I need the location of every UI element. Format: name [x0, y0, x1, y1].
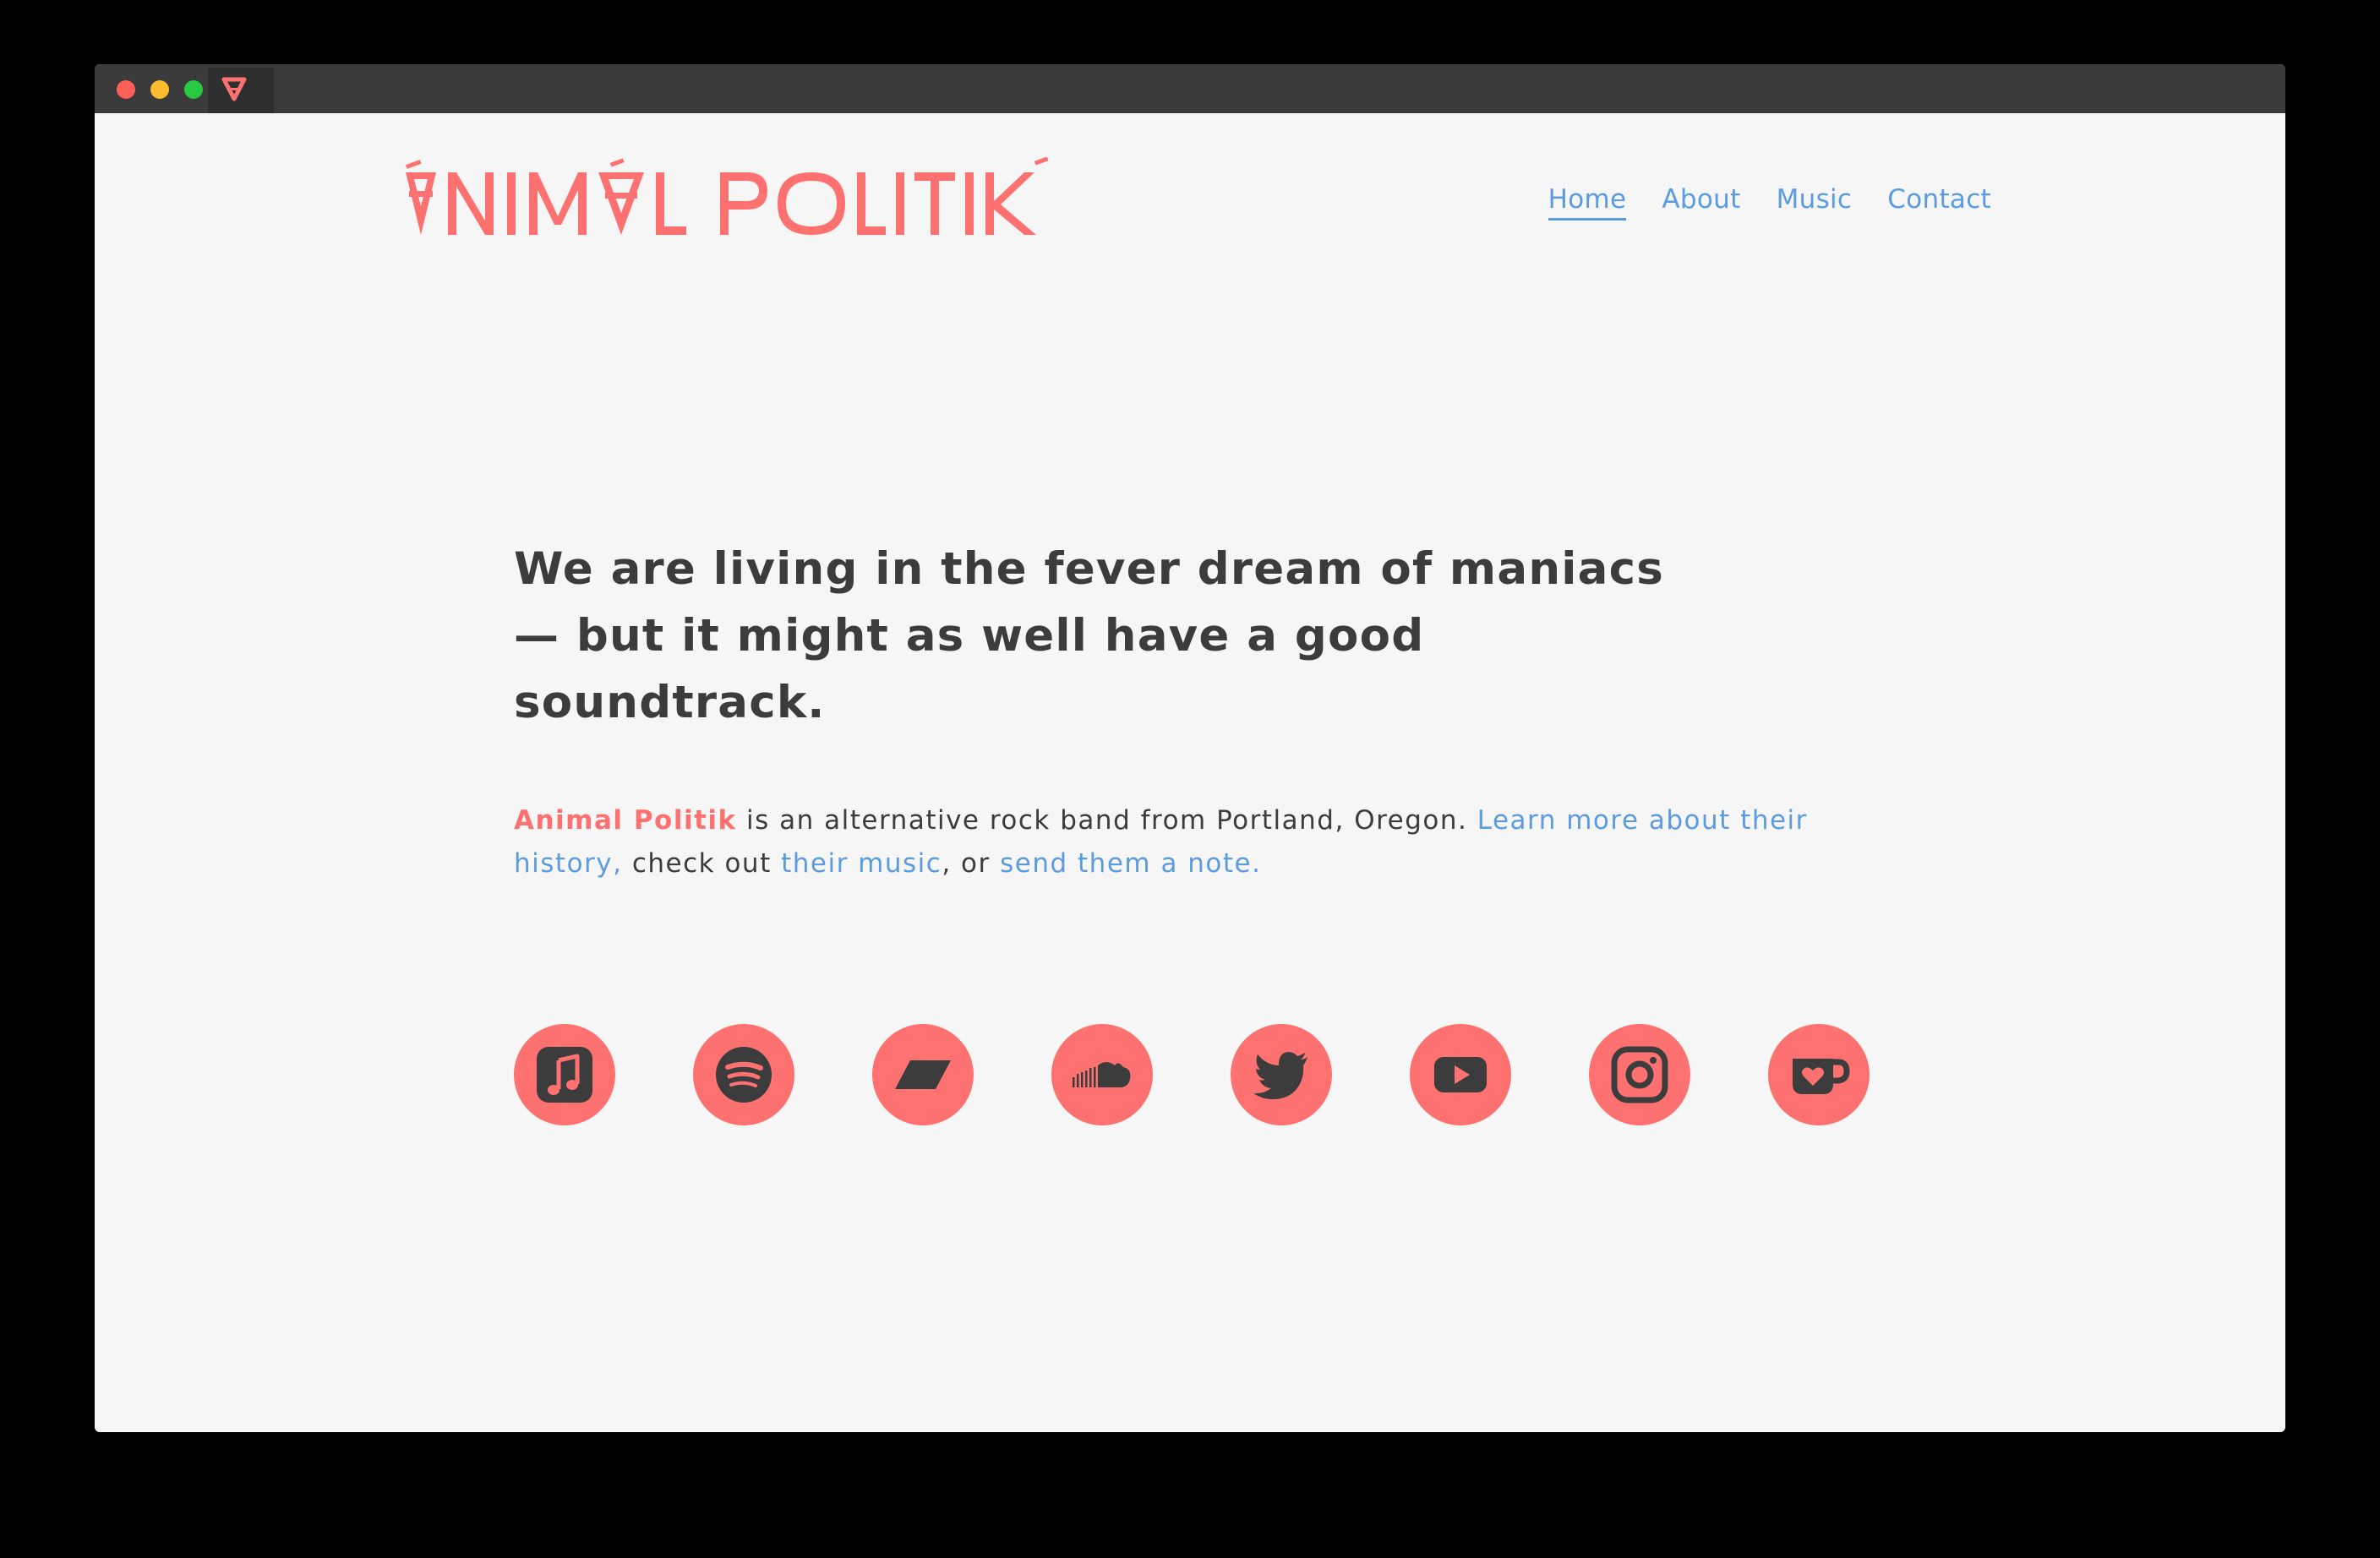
music-link[interactable]: their music [781, 848, 942, 879]
nav-about-link[interactable]: About [1662, 184, 1740, 221]
intro-text-2: check out [622, 848, 782, 879]
site-logo[interactable] [399, 157, 1062, 250]
kofi-button[interactable] [1768, 1024, 1870, 1125]
apple-music-icon [537, 1047, 592, 1103]
intro-paragraph: Animal Politik is an alternative rock ba… [514, 799, 1917, 885]
nav-music-link[interactable]: Music [1777, 184, 1853, 221]
twitter-icon [1253, 1052, 1307, 1100]
bandcamp-icon [895, 1060, 951, 1089]
bandcamp-button[interactable] [872, 1024, 974, 1125]
contact-link[interactable]: send them a note. [1000, 848, 1261, 879]
hero-headline: We are living in the fever dream of mani… [514, 536, 1714, 736]
youtube-button[interactable] [1410, 1024, 1511, 1125]
headline-line-1: We are living in the fever dream of mani… [514, 543, 1664, 595]
headline-line-2: — but it might as well have a good [514, 610, 1425, 662]
twitter-button[interactable] [1231, 1024, 1332, 1125]
browser-tab[interactable] [208, 68, 274, 113]
spotify-icon [716, 1047, 772, 1103]
instagram-icon [1611, 1046, 1668, 1103]
intro-text-3: , or [942, 848, 1001, 879]
browser-window: Home About Music Contact We are living i… [95, 64, 2285, 1432]
instagram-button[interactable] [1589, 1024, 1690, 1125]
band-name: Animal Politik [514, 805, 737, 836]
nav-contact-link[interactable]: Contact [1887, 184, 1991, 221]
nav-home-link[interactable]: Home [1548, 184, 1627, 221]
main-nav: Home About Music Contact [1548, 184, 1991, 221]
apple-music-button[interactable] [514, 1024, 615, 1125]
close-window-button[interactable] [117, 80, 135, 99]
title-bar [95, 64, 2285, 113]
favicon-icon [221, 77, 247, 101]
headline-line-3: soundtrack. [514, 677, 826, 728]
maximize-window-button[interactable] [184, 80, 203, 99]
minimize-window-button[interactable] [150, 80, 169, 99]
youtube-icon [1434, 1057, 1487, 1092]
soundcloud-icon [1073, 1062, 1131, 1087]
social-links [514, 1024, 1870, 1125]
kofi-icon [1793, 1059, 1850, 1094]
spotify-button[interactable] [693, 1024, 794, 1125]
soundcloud-button[interactable] [1051, 1024, 1153, 1125]
intro-text-1: is an alternative rock band from Portlan… [736, 805, 1477, 836]
